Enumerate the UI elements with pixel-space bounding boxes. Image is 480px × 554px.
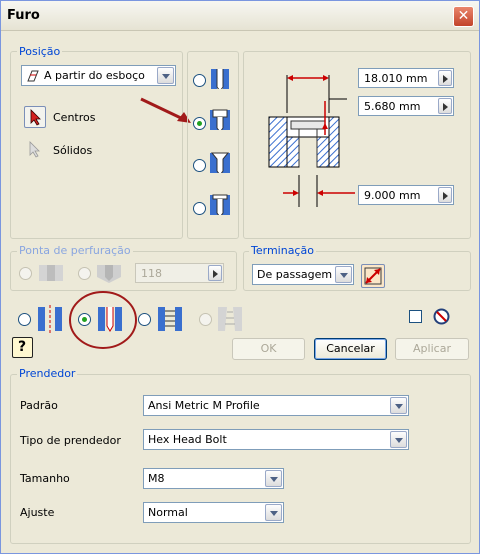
- help-button[interactable]: ?: [12, 337, 33, 358]
- thread-simple-radio[interactable]: [18, 313, 31, 326]
- tapped-hole-icon: [158, 307, 182, 331]
- counterbore-hole-icon: [210, 109, 230, 130]
- chevron-down-icon[interactable]: [335, 266, 352, 283]
- termination-value: De passagem: [257, 268, 333, 281]
- chevron-down-icon[interactable]: [265, 470, 282, 487]
- fastener-type-label: Tipo de prendedor: [20, 434, 121, 447]
- countersink-hole-icon: [210, 152, 230, 173]
- drill-point-angle-radio[interactable]: [78, 267, 91, 280]
- chevron-down-icon[interactable]: [157, 67, 174, 84]
- size-dropdown[interactable]: M8: [143, 468, 284, 489]
- spotface-hole-icon: [210, 194, 230, 215]
- chevron-right-icon[interactable]: [208, 265, 222, 281]
- option-checkbox[interactable]: [409, 310, 422, 323]
- chevron-down-icon[interactable]: [390, 397, 407, 414]
- select-arrow-icon: [30, 109, 41, 126]
- taper-tapped-icon: [218, 307, 242, 331]
- cancel-button[interactable]: Cancelar: [314, 338, 387, 360]
- cbore-diameter-value: 18.010 mm: [364, 72, 428, 85]
- hole-diameter-input[interactable]: 9.000 mm: [358, 185, 454, 205]
- standard-value: Ansi Metric M Profile: [148, 399, 260, 412]
- apply-button[interactable]: Aplicar: [395, 338, 469, 360]
- thread-taper-radio[interactable]: [199, 313, 212, 326]
- hole-diameter-value: 9.000 mm: [364, 189, 421, 202]
- angle-point-icon: [97, 265, 121, 283]
- ok-button[interactable]: OK: [232, 338, 305, 360]
- drill-angle-input[interactable]: 118: [135, 263, 224, 283]
- chevron-right-icon[interactable]: [438, 98, 452, 114]
- fastener-group-label: Prendedor: [17, 367, 78, 380]
- placement-value: A partir do esboço: [44, 69, 145, 82]
- chevron-down-icon[interactable]: [265, 504, 282, 521]
- hole-dialog: Furo ✕ Posição A partir do esboço Centro…: [0, 0, 480, 554]
- fit-dropdown[interactable]: Normal: [143, 502, 284, 523]
- placement-dropdown[interactable]: A partir do esboço: [21, 65, 176, 86]
- fastener-type-dropdown[interactable]: Hex Head Bolt: [143, 429, 409, 450]
- chevron-right-icon[interactable]: [438, 70, 452, 86]
- termination-dropdown[interactable]: De passagem: [252, 264, 354, 285]
- hole-type-counterbore-radio[interactable]: [193, 117, 206, 130]
- position-group-label: Posição: [17, 45, 63, 58]
- termination-label: Terminação: [249, 244, 316, 257]
- size-label: Tamanho: [20, 472, 70, 485]
- size-value: M8: [148, 472, 165, 485]
- select-arrow-disabled-icon: [29, 141, 40, 158]
- thread-tapped-radio[interactable]: [138, 313, 151, 326]
- counterbore-preview-diagram: [268, 75, 355, 207]
- fastener-type-value: Hex Head Bolt: [148, 433, 227, 446]
- no-entry-icon[interactable]: [433, 308, 450, 325]
- standard-label: Padrão: [20, 399, 58, 412]
- hole-type-spotface-radio[interactable]: [193, 202, 206, 215]
- drill-angle-value: 118: [141, 267, 162, 280]
- flip-direction-icon: [364, 267, 382, 285]
- fit-label: Ajuste: [20, 506, 55, 519]
- cbore-diameter-input[interactable]: 18.010 mm: [358, 68, 454, 88]
- solids-label: Sólidos: [53, 144, 93, 157]
- chevron-right-icon[interactable]: [438, 187, 452, 203]
- sketch-icon: [27, 70, 39, 82]
- cbore-depth-input[interactable]: 5.680 mm: [358, 96, 454, 116]
- help-icon: ?: [18, 339, 27, 355]
- hole-type-drilled-radio[interactable]: [193, 74, 206, 87]
- flip-direction-button[interactable]: [361, 264, 385, 288]
- title-bar: Furo ✕: [1, 1, 479, 31]
- simple-hole-icon: [38, 305, 62, 333]
- centers-label: Centros: [53, 111, 96, 124]
- flat-point-icon: [39, 265, 63, 281]
- centers-select-button[interactable]: [24, 106, 46, 128]
- solids-select-button[interactable]: [24, 139, 46, 161]
- close-button[interactable]: ✕: [453, 6, 474, 27]
- annotation-circle: [69, 291, 137, 349]
- drill-point-flat-radio[interactable]: [19, 267, 32, 280]
- standard-dropdown[interactable]: Ansi Metric M Profile: [143, 395, 409, 416]
- window-title: Furo: [7, 8, 40, 23]
- drill-point-label: Ponta de perfuração: [17, 244, 133, 257]
- cbore-depth-value: 5.680 mm: [364, 100, 421, 113]
- chevron-down-icon[interactable]: [390, 431, 407, 448]
- fit-value: Normal: [148, 506, 188, 519]
- drilled-hole-icon: [211, 69, 229, 89]
- hole-type-countersink-radio[interactable]: [193, 159, 206, 172]
